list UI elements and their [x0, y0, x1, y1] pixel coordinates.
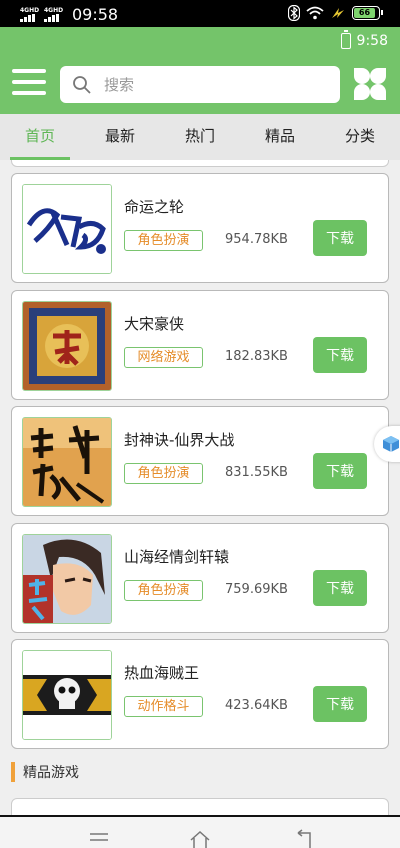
- game-card[interactable]: 热血海贼王 动作格斗 423.64KB 下载: [11, 639, 389, 749]
- section-title: 精品游戏: [23, 765, 79, 781]
- signal-icon: 4GHD: [44, 7, 64, 22]
- signal-icon: 4GHD: [20, 7, 40, 22]
- game-card[interactable]: 封神诀-仙界大战 角色扮演 831.55KB 下载: [11, 406, 389, 516]
- download-button[interactable]: 下载: [313, 220, 367, 256]
- file-size: 182.83KB: [225, 349, 288, 364]
- app-clock: 9:58: [356, 33, 388, 49]
- phone-battery-icon: [340, 30, 351, 49]
- fengshen-calligraphy-icon: [22, 417, 112, 507]
- game-title: 封神诀-仙界大战: [124, 431, 235, 449]
- game-list[interactable]: 命运之轮 角色扮演 954.78KB 下载 大宋豪侠 网络游戏 182.83KB…: [0, 160, 400, 815]
- calligraphy-logo-icon: [22, 184, 112, 274]
- file-size: 759.69KB: [225, 582, 288, 597]
- download-button[interactable]: 下载: [313, 570, 367, 606]
- app-header: 9:58: [0, 27, 400, 114]
- bluetooth-icon: [288, 5, 300, 21]
- game-title: 大宋豪侠: [124, 315, 185, 333]
- battery-level: 66: [354, 8, 375, 18]
- game-card[interactable]: 命运之轮 角色扮演 954.78KB 下载: [11, 173, 389, 283]
- game-card[interactable]: 山海经情剑轩辕 角色扮演 759.69KB 下载: [11, 523, 389, 633]
- cube-icon: [383, 436, 399, 452]
- game-title: 命运之轮: [124, 198, 185, 216]
- game-title: 热血海贼王: [124, 664, 200, 682]
- tab-categories[interactable]: 分类: [320, 114, 400, 160]
- genre-tag: 动作格斗: [124, 696, 203, 717]
- genre-tag: 网络游戏: [124, 347, 203, 368]
- file-size: 423.64KB: [225, 698, 288, 713]
- download-button[interactable]: 下载: [313, 686, 367, 722]
- file-size: 954.78KB: [225, 232, 288, 247]
- search-input[interactable]: [104, 75, 324, 94]
- pirate-skull-icon: [22, 650, 112, 740]
- menu-icon[interactable]: [88, 829, 110, 848]
- tab-featured[interactable]: 精品: [240, 114, 320, 160]
- category-tabs: 首页 最新 热门 精品 分类: [0, 114, 400, 160]
- tab-latest[interactable]: 最新: [80, 114, 160, 160]
- section-header: 精品游戏: [11, 761, 79, 783]
- system-status-bar: 4GHD 4GHD 09:58 66: [0, 0, 400, 27]
- section-accent-bar: [11, 762, 15, 782]
- clover-grid-icon[interactable]: [352, 66, 388, 102]
- anime-hero-icon: [22, 534, 112, 624]
- genre-tag: 角色扮演: [124, 230, 203, 251]
- menu-icon[interactable]: [12, 69, 46, 97]
- genre-tag: 角色扮演: [124, 580, 203, 601]
- song-emblem-icon: [22, 301, 112, 391]
- clock: 09:58: [72, 5, 119, 24]
- home-icon[interactable]: [189, 829, 211, 848]
- back-icon[interactable]: [292, 829, 314, 848]
- charging-icon: [332, 8, 344, 18]
- partial-card: [11, 798, 389, 815]
- tab-hot[interactable]: 热门: [160, 114, 240, 160]
- game-card[interactable]: 大宋豪侠 网络游戏 182.83KB 下载: [11, 290, 389, 400]
- system-nav-bar: [0, 815, 400, 848]
- search-icon: [73, 75, 91, 94]
- wifi-icon: [306, 6, 324, 20]
- genre-tag: 角色扮演: [124, 463, 203, 484]
- game-title: 山海经情剑轩辕: [124, 548, 230, 566]
- app-status: 9:58: [340, 30, 388, 49]
- partial-card: [11, 160, 389, 167]
- file-size: 831.55KB: [225, 465, 288, 480]
- download-button[interactable]: 下载: [313, 453, 367, 489]
- tab-home[interactable]: 首页: [0, 114, 80, 160]
- battery-icon: 66: [352, 6, 383, 20]
- search-bar[interactable]: [60, 66, 340, 103]
- download-button[interactable]: 下载: [313, 337, 367, 373]
